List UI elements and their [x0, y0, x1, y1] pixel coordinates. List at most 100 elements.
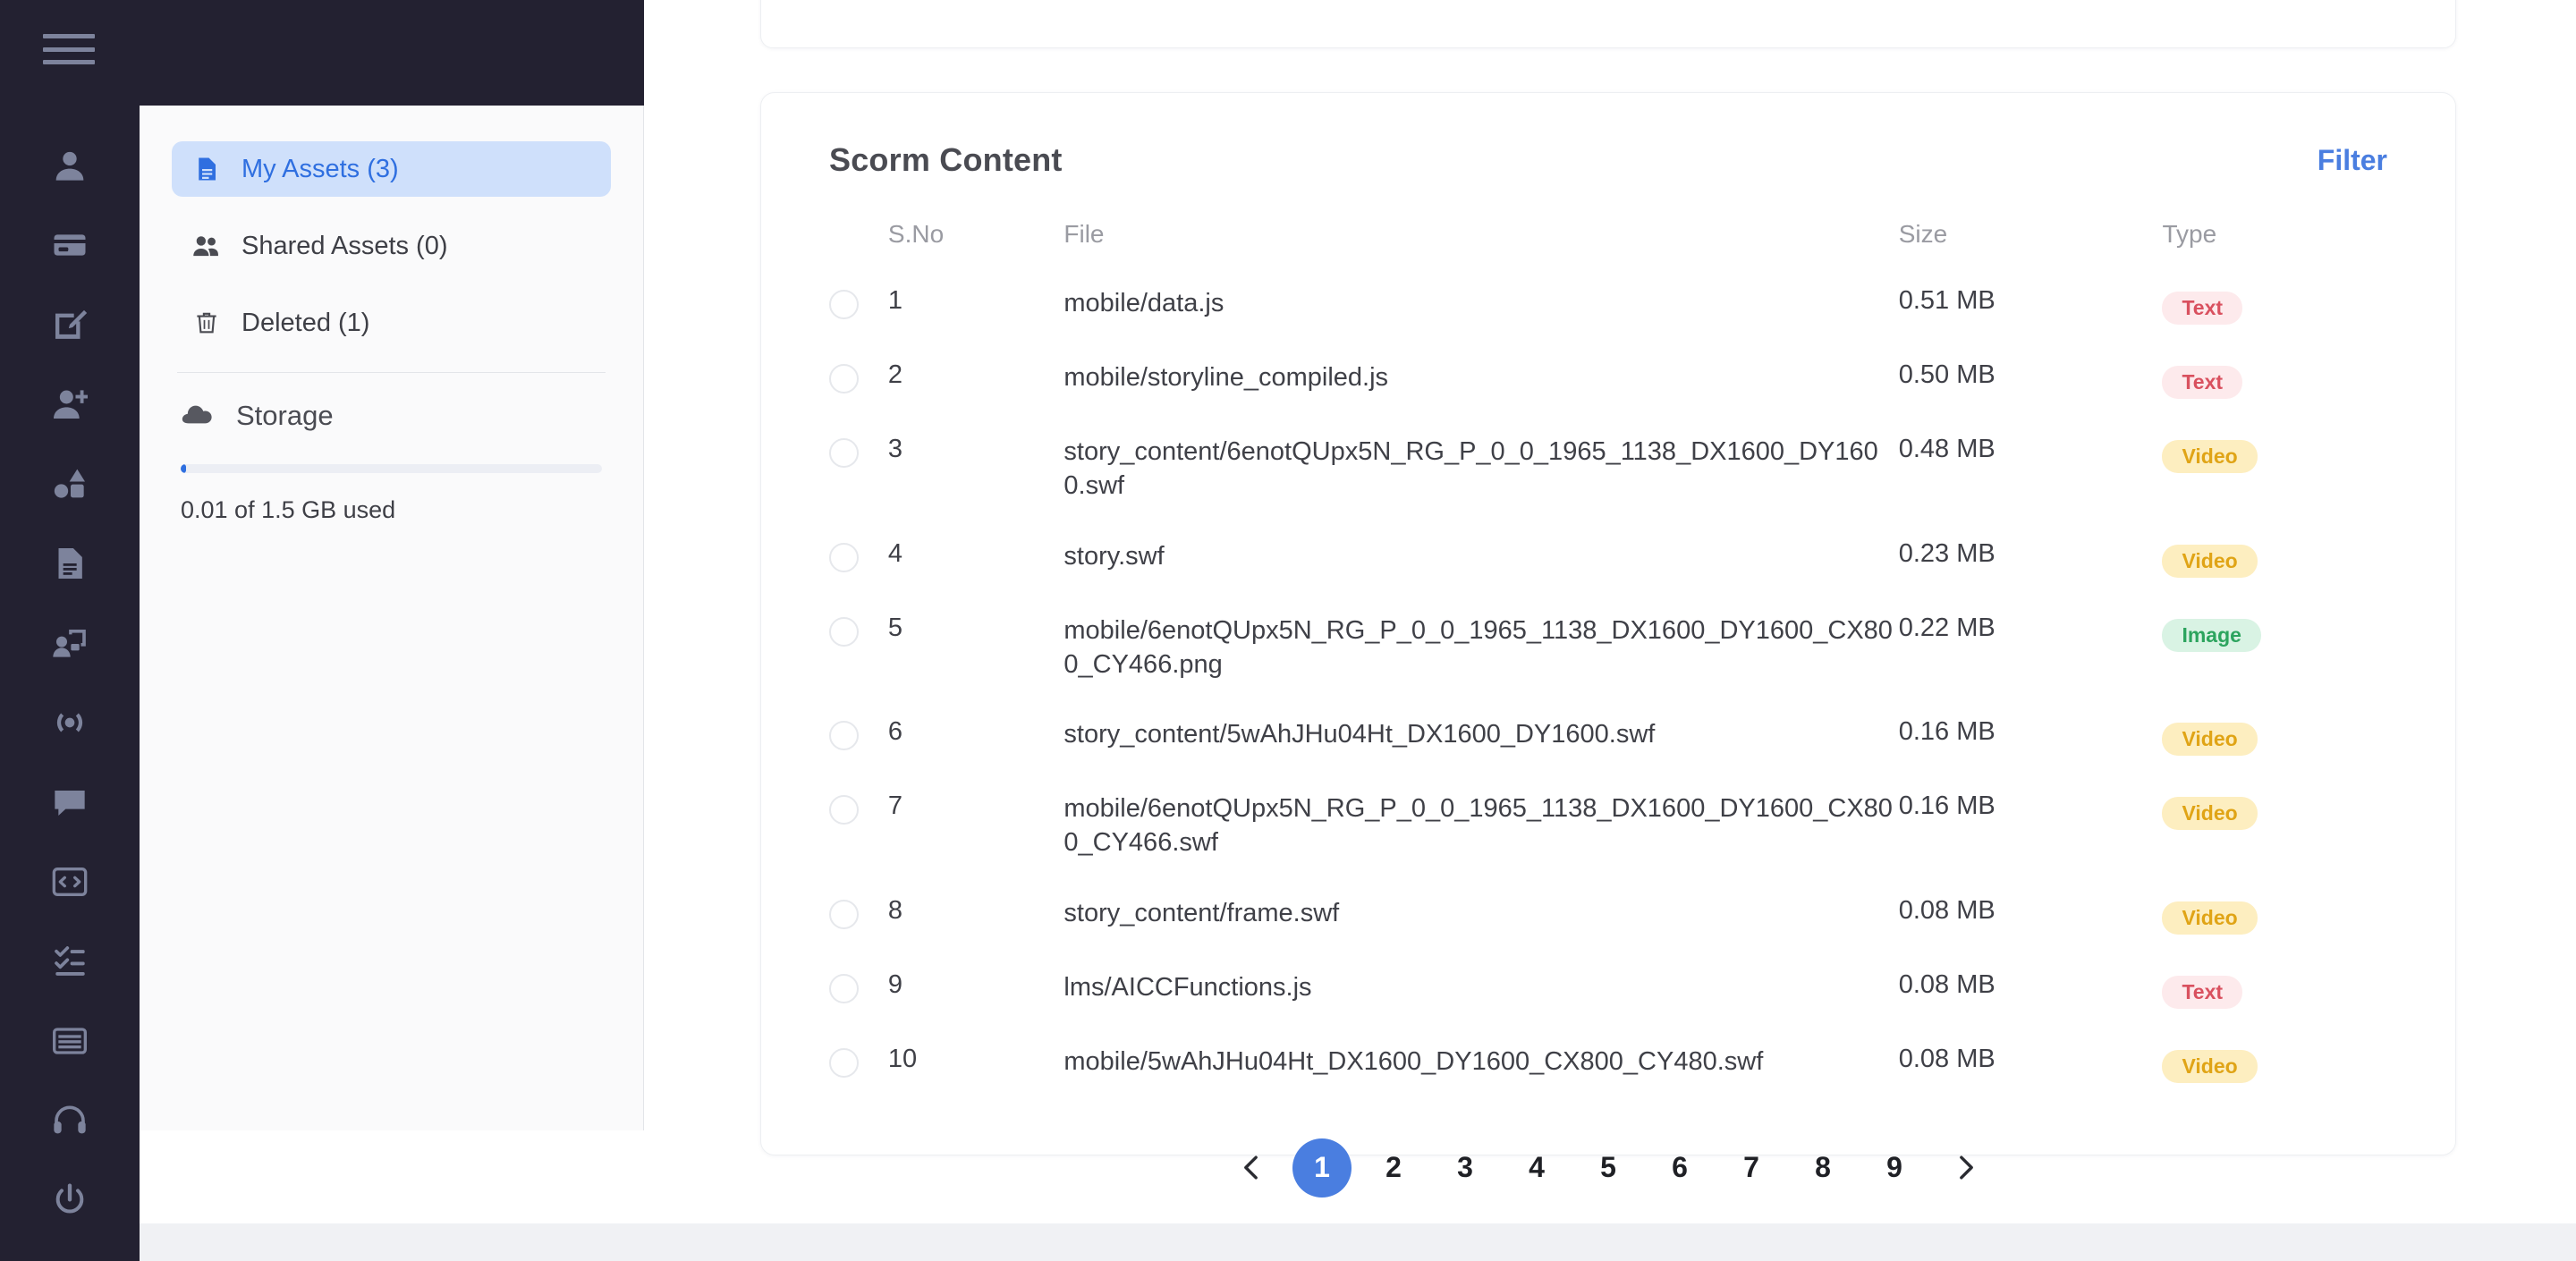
page-title: Scorm Content	[829, 141, 1063, 179]
table-row[interactable]: 3story_content/6enotQUpx5N_RG_P_0_0_1965…	[761, 417, 2455, 521]
table-row[interactable]: 1mobile/data.js0.51 MBText	[761, 268, 2455, 343]
scorm-content-card: Scorm Content Filter S.No File Size Type	[760, 92, 2456, 1155]
sidebar-item-my-assets[interactable]: My Assets (3)	[172, 141, 611, 197]
rail-item-reports[interactable]	[0, 921, 140, 1001]
rail-item-live[interactable]	[0, 682, 140, 762]
row-select-cell	[761, 417, 888, 521]
row-radio[interactable]	[829, 364, 859, 394]
pagination-prev-button[interactable]	[1221, 1138, 1280, 1198]
pagination-page-5[interactable]: 5	[1579, 1138, 1638, 1198]
asset-side-panel: • Home • Digital Asset Manager My Assets…	[140, 106, 644, 1130]
app-root: • Home • Digital Asset Manager My Assets…	[0, 0, 2576, 1261]
rail-item-logout[interactable]	[0, 1160, 140, 1240]
sidebar-item-label: My Assets (3)	[242, 155, 399, 184]
shapes-icon	[52, 466, 88, 502]
table-row[interactable]: 4story.swf0.23 MBVideo	[761, 521, 2455, 596]
table-icon	[52, 1023, 88, 1059]
status-badge: Text	[2162, 976, 2242, 1009]
pagination-page-2[interactable]: 2	[1364, 1138, 1423, 1198]
row-size: 0.23 MB	[1899, 521, 2163, 596]
row-type-cell: Video	[2162, 878, 2455, 952]
row-sno: 6	[888, 699, 1063, 774]
pagination-page-6[interactable]: 6	[1650, 1138, 1709, 1198]
status-badge: Video	[2162, 440, 2257, 473]
rail-item-authoring[interactable]	[0, 284, 140, 364]
table-row[interactable]: 8story_content/frame.swf0.08 MBVideo	[761, 878, 2455, 952]
presenter-icon	[52, 625, 88, 661]
row-size: 0.16 MB	[1899, 699, 2163, 774]
rail-item-profile[interactable]	[0, 125, 140, 205]
table-row[interactable]: 6story_content/5wAhJHu04Ht_DX1600_DY1600…	[761, 699, 2455, 774]
scorm-content-header: Scorm Content Filter	[761, 93, 2455, 179]
row-select-cell	[761, 343, 888, 417]
row-type-cell: Video	[2162, 1027, 2455, 1101]
row-sno: 8	[888, 878, 1063, 952]
row-radio[interactable]	[829, 1048, 859, 1078]
table-row[interactable]: 10mobile/5wAhJHu04Ht_DX1600_DY1600_CX800…	[761, 1027, 2455, 1101]
code-icon	[52, 864, 88, 900]
rail-item-add-user[interactable]	[0, 364, 140, 444]
rail-item-embed[interactable]	[0, 842, 140, 921]
hamburger-menu-icon[interactable]	[43, 34, 95, 64]
row-sno: 1	[888, 268, 1063, 343]
pagination-page-8[interactable]: 8	[1793, 1138, 1852, 1198]
status-badge: Text	[2162, 366, 2242, 399]
storage-label: Storage	[236, 400, 334, 432]
pagination-page-9[interactable]: 9	[1865, 1138, 1924, 1198]
row-select-cell	[761, 774, 888, 878]
row-sno: 4	[888, 521, 1063, 596]
pagination-page-3[interactable]: 3	[1436, 1138, 1495, 1198]
row-file: mobile/6enotQUpx5N_RG_P_0_0_1965_1138_DX…	[1063, 774, 1898, 878]
pagination-page-7[interactable]: 7	[1722, 1138, 1781, 1198]
row-size: 0.16 MB	[1899, 774, 2163, 878]
table-row[interactable]: 5mobile/6enotQUpx5N_RG_P_0_0_1965_1138_D…	[761, 596, 2455, 700]
row-type-cell: Text	[2162, 952, 2455, 1027]
rail-item-documents[interactable]	[0, 523, 140, 603]
sidebar-item-shared-assets[interactable]: Shared Assets (0)	[172, 218, 611, 274]
row-size: 0.51 MB	[1899, 268, 2163, 343]
column-header-file: File	[1063, 220, 1898, 268]
rail-icon-list	[0, 125, 140, 1240]
row-select-cell	[761, 521, 888, 596]
rail-item-billing[interactable]	[0, 205, 140, 284]
row-select-cell	[761, 699, 888, 774]
status-badge: Video	[2162, 723, 2257, 756]
table-header-row: S.No File Size Type	[761, 220, 2455, 268]
row-radio[interactable]	[829, 290, 859, 319]
cloud-icon	[181, 402, 213, 430]
table-row[interactable]: 9lms/AICCFunctions.js0.08 MBText	[761, 952, 2455, 1027]
row-radio[interactable]	[829, 438, 859, 468]
sidebar-item-deleted[interactable]: Deleted (1)	[172, 295, 611, 351]
filter-button[interactable]: Filter	[2318, 144, 2387, 177]
row-size: 0.50 MB	[1899, 343, 2163, 417]
row-file: story_content/5wAhJHu04Ht_DX1600_DY1600.…	[1063, 699, 1898, 774]
rail-item-classroom[interactable]	[0, 603, 140, 682]
rail-item-messages[interactable]	[0, 762, 140, 842]
row-type-cell: Video	[2162, 699, 2455, 774]
pagination-page-4[interactable]: 4	[1507, 1138, 1566, 1198]
row-radio[interactable]	[829, 974, 859, 1003]
row-radio[interactable]	[829, 900, 859, 929]
row-file: mobile/storyline_compiled.js	[1063, 343, 1898, 417]
pagination-next-button[interactable]	[1936, 1138, 1996, 1198]
status-badge: Video	[2162, 545, 2257, 578]
row-size: 0.22 MB	[1899, 596, 2163, 700]
row-size: 0.08 MB	[1899, 952, 2163, 1027]
row-radio[interactable]	[829, 721, 859, 750]
row-radio[interactable]	[829, 543, 859, 572]
row-size: 0.08 MB	[1899, 878, 2163, 952]
headset-icon	[52, 1103, 88, 1138]
row-sno: 2	[888, 343, 1063, 417]
rail-item-support[interactable]	[0, 1080, 140, 1160]
trash-icon	[191, 308, 222, 338]
row-radio[interactable]	[829, 617, 859, 647]
table-row[interactable]: 7mobile/6enotQUpx5N_RG_P_0_0_1965_1138_D…	[761, 774, 2455, 878]
rail-item-grid[interactable]	[0, 1001, 140, 1080]
row-radio[interactable]	[829, 795, 859, 825]
table-row[interactable]: 2mobile/storyline_compiled.js0.50 MBText	[761, 343, 2455, 417]
main-content: Scorm Content Filter S.No File Size Type	[644, 0, 2576, 1261]
row-sno: 10	[888, 1027, 1063, 1101]
rail-item-catalog[interactable]	[0, 444, 140, 523]
row-file: story.swf	[1063, 521, 1898, 596]
pagination-page-1[interactable]: 1	[1292, 1138, 1352, 1198]
